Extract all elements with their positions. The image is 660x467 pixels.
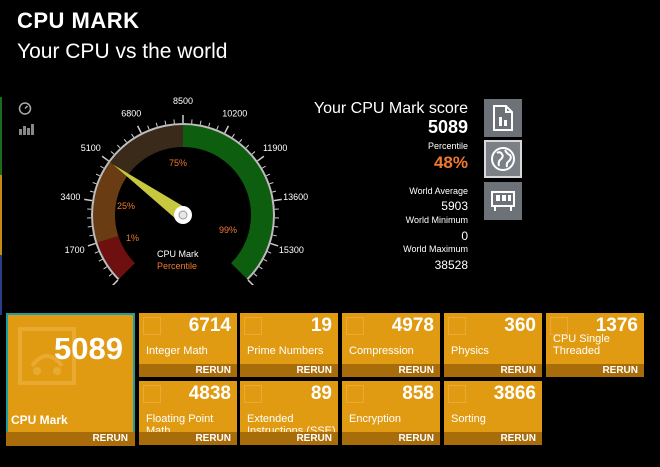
percentile-label: Percentile (427, 141, 468, 151)
rerun-button[interactable]: RERUN (240, 432, 338, 445)
gauge-tick-label: 13600 (283, 192, 308, 202)
document-button[interactable] (484, 99, 522, 137)
stopwatch-icon[interactable] (18, 101, 34, 115)
world-average-label: World Average (409, 186, 468, 196)
cpu-mark-rerun-button[interactable]: RERUN (6, 432, 135, 446)
score-value: 5089 (427, 117, 468, 137)
world-average-value: 5903 (441, 199, 468, 213)
rerun-button[interactable]: RERUN (342, 364, 440, 377)
zone-label-25: 25% (117, 201, 135, 211)
test-name: Physics (451, 345, 489, 357)
test-name: Compression (349, 345, 414, 357)
cpu-chip-icon (244, 385, 262, 403)
world-maximum-value: 38528 (434, 258, 468, 272)
test-name: Encryption (349, 413, 401, 425)
test-name: Sorting (451, 413, 486, 425)
test-score: 6714 (188, 315, 231, 336)
test-score: 4978 (391, 315, 434, 336)
test-tile[interactable]: 4978 Compression RERUN (342, 313, 440, 377)
rerun-button[interactable]: RERUN (139, 432, 237, 445)
chart-icon[interactable] (18, 122, 34, 136)
gauge-tick-label: 15300 (279, 245, 304, 255)
gauge-tick-label: 6800 (121, 108, 141, 118)
cpu-chip-icon (346, 317, 364, 335)
test-name: CPU Single Threaded (553, 333, 610, 357)
document-icon (493, 105, 513, 131)
test-tile[interactable]: 1376 CPU Single Threaded RERUN (546, 313, 644, 377)
test-score: 19 (310, 315, 332, 336)
percentile-value: 48% (433, 153, 468, 172)
cpu-chip-icon (143, 317, 161, 335)
test-tile[interactable]: 6714 Integer Math RERUN (139, 313, 237, 377)
test-name: Integer Math (146, 345, 208, 357)
page-title: CPU MARK (17, 8, 140, 33)
test-score: 3866 (493, 383, 536, 404)
zone-label-99: 99% (219, 225, 237, 235)
test-tile[interactable]: 858 Encryption RERUN (342, 381, 440, 445)
world-minimum-value: 0 (461, 229, 468, 243)
left-accent-green (0, 97, 2, 175)
cpu-mark-score: 5089 (54, 331, 123, 366)
cpu-chip-icon (448, 317, 466, 335)
left-accent-blue (0, 255, 2, 315)
zone-label-1: 1% (126, 233, 139, 243)
gauge-tick-label: 11900 (263, 143, 287, 153)
gauge-tick-label: 10200 (222, 108, 247, 118)
cpu-chip-icon (244, 317, 262, 335)
test-score: 360 (504, 315, 536, 336)
gauge-center-label: CPU Mark (157, 249, 199, 259)
page-subtitle: Your CPU vs the world (17, 40, 228, 63)
cpu-mark-label: CPU Mark (11, 413, 68, 427)
test-tile[interactable]: 19 Prime Numbers RERUN (240, 313, 338, 377)
test-name: Prime Numbers (247, 345, 324, 357)
rerun-button[interactable]: RERUN (342, 432, 440, 445)
world-maximum-label: World Maximum (403, 244, 468, 254)
zone-label-75: 75% (169, 158, 187, 168)
test-tile[interactable]: 4838 Floating Point Math RERUN (139, 381, 237, 445)
score-label: Your CPU Mark score (313, 100, 468, 117)
gauge-center-sublabel: Percentile (157, 261, 197, 271)
test-tile[interactable]: 89 Extended Instructions (SSE) RERUN (240, 381, 338, 445)
test-score: 4838 (188, 383, 231, 404)
test-tile[interactable]: 3866 Sorting RERUN (444, 381, 542, 445)
rerun-button[interactable]: RERUN (139, 364, 237, 377)
rerun-button[interactable]: RERUN (444, 364, 542, 377)
globe-button[interactable] (484, 140, 522, 178)
rerun-button[interactable]: RERUN (240, 364, 338, 377)
test-score: 89 (310, 383, 332, 404)
gauge-needle (113, 164, 192, 224)
cpu-chip-icon (448, 385, 466, 403)
gauge-tick-label: 5100 (81, 143, 101, 153)
globe-icon (491, 147, 515, 171)
test-score: 858 (402, 383, 434, 404)
left-accent-orange (0, 175, 2, 255)
gauge-tick-label: 3400 (60, 192, 80, 202)
rerun-button[interactable]: RERUN (546, 364, 644, 377)
cpu-mark-gauge: 1% 25% 75% 99% CPU Mark Percentile 01700… (60, 96, 308, 285)
test-tile[interactable]: 360 Physics RERUN (444, 313, 542, 377)
cpu-chip-icon (346, 385, 364, 403)
cpu-chip-icon (143, 385, 161, 403)
gauge-tick-label: 1700 (65, 245, 85, 255)
hardware-card-icon (491, 191, 515, 211)
world-minimum-label: World Minimum (405, 215, 468, 225)
cpu-mark-tile[interactable]: 5089 CPU Mark (6, 313, 135, 446)
hardware-button[interactable] (484, 182, 522, 220)
gauge-tick-label: 8500 (173, 96, 193, 106)
rerun-button[interactable]: RERUN (444, 432, 542, 445)
